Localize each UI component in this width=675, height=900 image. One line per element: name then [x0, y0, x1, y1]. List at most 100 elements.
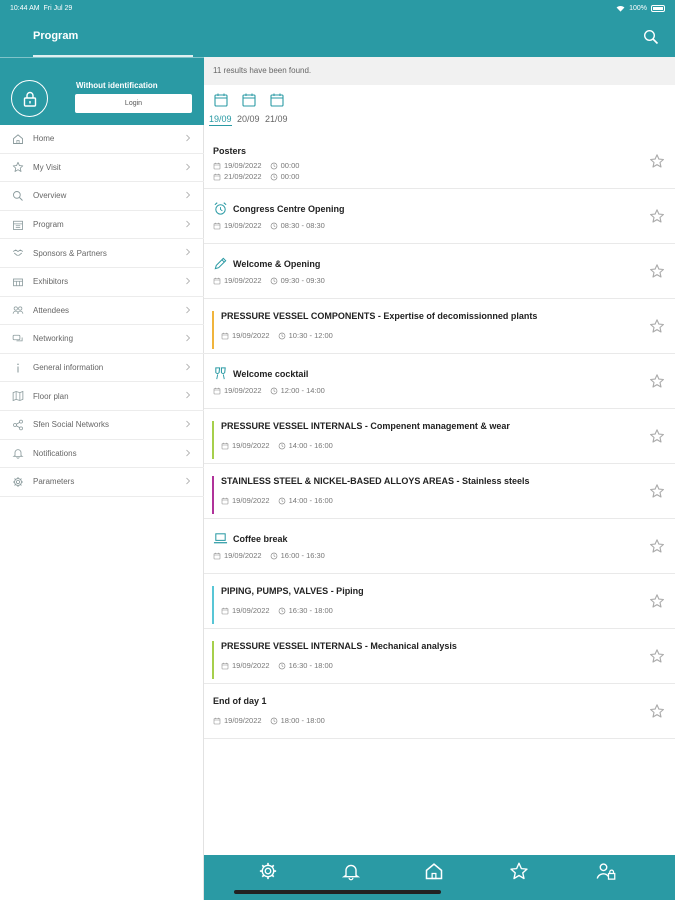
- event-item[interactable]: Coffee break 19/09/2022 16:00 - 16:30: [204, 519, 675, 574]
- event-title: PIPING, PUMPS, VALVES - Piping: [221, 586, 364, 596]
- event-category-bar: [212, 476, 214, 514]
- star-icon[interactable]: [649, 318, 665, 334]
- star-icon[interactable]: [649, 483, 665, 499]
- clock-icon: [278, 497, 285, 504]
- clock-icon: [278, 332, 285, 339]
- share-icon: [13, 419, 23, 430]
- event-item[interactable]: End of day 1 19/09/2022 18:00 - 18:00: [204, 684, 675, 739]
- star-icon[interactable]: [649, 538, 665, 554]
- star-icon[interactable]: [649, 208, 665, 224]
- sidebar-item-icon: [12, 247, 24, 259]
- event-item[interactable]: STAINLESS STEEL & NICKEL-BASED ALLOYS AR…: [204, 464, 675, 519]
- event-item[interactable]: PRESSURE VESSEL INTERNALS - Compenent ma…: [204, 409, 675, 464]
- date-tabs: 19/09 20/09 21/09: [204, 90, 675, 132]
- chevron-right-icon: [186, 191, 190, 199]
- event-time: 16:30 - 18:00: [288, 661, 333, 670]
- date-tab-label: 19/09: [209, 114, 232, 126]
- glasses-icon: [215, 367, 226, 380]
- chevron-right-icon: [186, 220, 190, 228]
- event-time: 09:30 - 09:30: [280, 276, 325, 285]
- event-date: 19/09/2022: [224, 161, 262, 170]
- sidebar-item-notifications[interactable]: Notifications: [0, 440, 204, 469]
- sidebar-item-overview[interactable]: Overview: [0, 182, 204, 211]
- event-item[interactable]: PRESSURE VESSEL COMPONENTS - Expertise o…: [204, 299, 675, 354]
- event-item[interactable]: PIPING, PUMPS, VALVES - Piping 19/09/2022…: [204, 574, 675, 629]
- event-datetime-end: 21/09/2022 00:00: [213, 172, 299, 181]
- event-item[interactable]: Welcome & Opening 19/09/2022 09:30 - 09:3…: [204, 244, 675, 299]
- calendar-icon: [213, 222, 221, 229]
- sidebar-item-sponsors-partners[interactable]: Sponsors & Partners: [0, 239, 204, 268]
- sidebar-item-my-visit[interactable]: My Visit: [0, 154, 204, 183]
- sidebar-item-home[interactable]: Home: [0, 125, 204, 154]
- event-item[interactable]: PRESSURE VESSEL INTERNALS - Mechanical a…: [204, 629, 675, 684]
- clock-icon: [270, 222, 277, 229]
- sidebar-item-exhibitors[interactable]: Exhibitors: [0, 268, 204, 297]
- event-date: 19/09/2022: [232, 606, 270, 615]
- clock-icon: [270, 552, 277, 559]
- event-title-row: Welcome cocktail: [213, 366, 308, 381]
- event-title-row: PRESSURE VESSEL COMPONENTS - Expertise o…: [221, 311, 537, 321]
- event-title: Welcome & Opening: [233, 258, 321, 269]
- sidebar-item-sfen-social-networks[interactable]: Sfen Social Networks: [0, 411, 204, 440]
- search-icon[interactable]: [643, 29, 659, 45]
- sidebar-item-general-information[interactable]: General information: [0, 354, 204, 383]
- battery-icon: [651, 4, 665, 12]
- event-title: End of day 1: [213, 696, 267, 706]
- tab-home-icon[interactable]: [424, 861, 444, 881]
- star-icon[interactable]: [649, 428, 665, 444]
- sidebar-item-icon: [12, 419, 24, 431]
- chevron-right-icon: [186, 363, 190, 370]
- sidebar-item-label: Program: [33, 220, 64, 230]
- calendar-icon: [213, 387, 221, 394]
- sidebar-item-label: General information: [33, 363, 104, 373]
- star-icon[interactable]: [649, 648, 665, 664]
- clock-icon: [278, 442, 285, 449]
- star-icon[interactable]: [649, 593, 665, 609]
- sidebar-item-attendees[interactable]: Attendees: [0, 297, 204, 326]
- event-date: 19/09/2022: [224, 276, 262, 285]
- event-item[interactable]: Posters 19/09/2022 00:00 21/09/2022 00:00: [204, 134, 675, 189]
- star-icon[interactable]: [649, 263, 665, 279]
- chevron-right-icon: [186, 334, 190, 342]
- event-date: 19/09/2022: [232, 331, 270, 340]
- sidebar-item-networking[interactable]: Networking: [0, 325, 204, 354]
- search-icon: [13, 191, 23, 201]
- home-indicator: [234, 890, 441, 894]
- sidebar-item-floor-plan[interactable]: Floor plan: [0, 382, 204, 411]
- clock-icon: [278, 607, 285, 614]
- sidebar-item-parameters[interactable]: Parameters: [0, 468, 204, 497]
- sidebar-item-program[interactable]: Program: [0, 211, 204, 240]
- date-tab-1[interactable]: 20/09: [237, 90, 267, 132]
- event-date: 19/09/2022: [232, 661, 270, 670]
- event-title: Coffee break: [233, 533, 288, 544]
- calendar-icon: [270, 93, 284, 107]
- star-icon[interactable]: [649, 703, 665, 719]
- calendar-icon: [213, 173, 221, 180]
- event-datetime: 19/09/2022 14:00 - 16:00: [221, 441, 333, 450]
- star-icon[interactable]: [649, 153, 665, 169]
- sidebar-item-label: Home: [33, 134, 55, 144]
- event-title: PRESSURE VESSEL COMPONENTS - Expertise o…: [221, 311, 538, 321]
- map-icon: [12, 391, 24, 402]
- tab-star-icon[interactable]: [509, 861, 529, 881]
- login-button[interactable]: Login: [75, 94, 192, 113]
- lock-avatar[interactable]: [11, 80, 48, 117]
- event-item[interactable]: Welcome cocktail 19/09/2022 12:00 - 14:00: [204, 354, 675, 409]
- event-datetime: 19/09/2022 16:30 - 18:00: [221, 661, 333, 670]
- date-tab-2[interactable]: 21/09: [265, 90, 295, 132]
- event-datetime: 19/09/2022 08:30 - 08:30: [213, 221, 325, 230]
- event-datetime: 19/09/2022 00:00: [213, 161, 299, 170]
- event-item[interactable]: Congress Centre Opening 19/09/2022 08:30 …: [204, 189, 675, 244]
- tab-gear-icon[interactable]: [258, 861, 278, 881]
- tab-user-lock-icon[interactable]: [596, 861, 616, 881]
- date-tab-0[interactable]: 19/09: [209, 90, 239, 132]
- chevron-right-icon: [186, 392, 190, 399]
- event-datetime: 19/09/2022 12:00 - 14:00: [213, 386, 325, 395]
- sidebar-item-icon: [12, 133, 24, 145]
- star-icon[interactable]: [649, 373, 665, 389]
- tab-bell-icon[interactable]: [341, 861, 361, 881]
- sidebar-item-label: Sponsors & Partners: [33, 248, 107, 258]
- event-title: Welcome cocktail: [233, 368, 309, 379]
- exhibitors-icon: [13, 278, 23, 286]
- user-panel: Without identification Login: [0, 57, 204, 125]
